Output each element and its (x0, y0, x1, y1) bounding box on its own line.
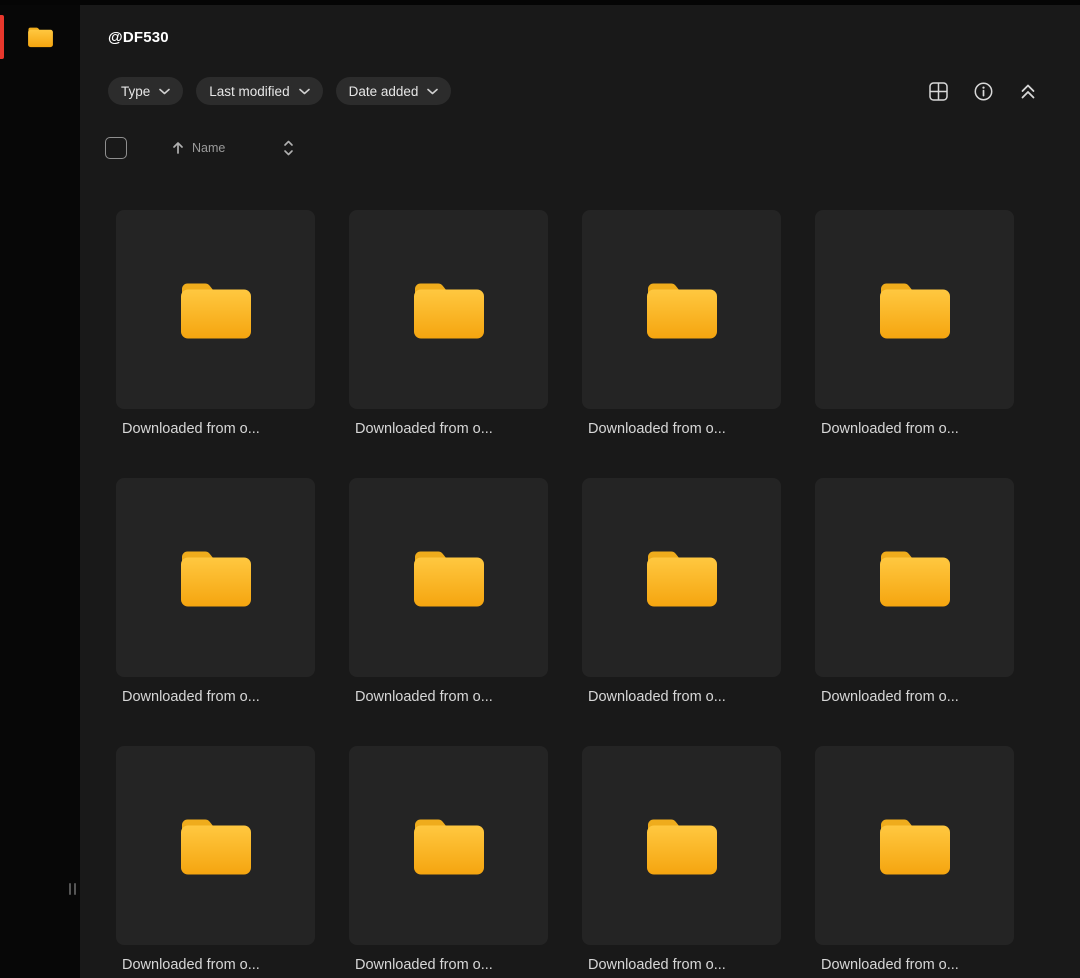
window-top-edge (0, 0, 1080, 5)
folder-icon (411, 815, 487, 877)
folder-icon (644, 279, 720, 341)
active-indicator (0, 15, 4, 59)
file-grid: Downloaded from o... Downloaded from o..… (108, 210, 1040, 974)
folder-icon (178, 547, 254, 609)
file-name: Downloaded from o... (821, 957, 959, 974)
select-all-checkbox[interactable] (105, 137, 127, 160)
chevron-down-icon (298, 88, 310, 94)
grid-view-icon (928, 81, 948, 101)
grid-item[interactable]: Downloaded from o... (582, 210, 781, 438)
sort-direction-toggle[interactable] (280, 137, 296, 159)
file-name: Downloaded from o... (588, 957, 726, 974)
folder-icon (877, 815, 953, 877)
folder-icon (877, 279, 953, 341)
folder-tile[interactable] (815, 746, 1014, 946)
folder-tile[interactable] (116, 210, 315, 410)
toolbar: Type Last modified Date added (108, 77, 1040, 106)
view-actions (926, 79, 1040, 103)
arrow-up-icon (173, 142, 183, 154)
folder-tile[interactable] (116, 746, 315, 946)
grid-item[interactable]: Downloaded from o... (349, 746, 548, 974)
grid-view-button[interactable] (926, 79, 950, 103)
file-name: Downloaded from o... (588, 421, 726, 438)
folder-tile[interactable] (582, 746, 781, 946)
file-manager-window: @DF530 Type Last modified Date added Nam… (0, 0, 1080, 978)
sort-by-name-button[interactable]: Name (172, 141, 225, 155)
folder-icon (27, 26, 54, 48)
file-name: Downloaded from o... (821, 689, 959, 706)
grid-item[interactable]: Downloaded from o... (349, 210, 548, 438)
folder-tile[interactable] (815, 478, 1014, 678)
file-name: Downloaded from o... (355, 689, 493, 706)
sidebar-resize-handle[interactable] (67, 882, 77, 896)
grid-item[interactable]: Downloaded from o... (116, 478, 315, 706)
file-name: Downloaded from o... (122, 957, 260, 974)
double-chevron-up-icon (1021, 84, 1035, 98)
file-name: Downloaded from o... (122, 689, 260, 706)
chevron-down-icon (159, 88, 171, 94)
main-panel: @DF530 Type Last modified Date added Nam… (80, 0, 1080, 978)
grid-item[interactable]: Downloaded from o... (349, 478, 548, 706)
grid-item[interactable]: Downloaded from o... (815, 746, 1014, 974)
folder-icon (411, 547, 487, 609)
folder-tile[interactable] (349, 210, 548, 410)
chevron-down-icon (427, 88, 439, 94)
list-controls: Name (105, 136, 1040, 160)
folder-tile[interactable] (582, 210, 781, 410)
grid-item[interactable]: Downloaded from o... (582, 746, 781, 974)
sort-label: Name (192, 141, 226, 156)
sidebar (0, 0, 80, 978)
chevron-up-down-icon (284, 140, 293, 156)
info-button[interactable] (971, 79, 995, 103)
folder-tile[interactable] (582, 478, 781, 678)
grid-item[interactable]: Downloaded from o... (582, 478, 781, 706)
file-name: Downloaded from o... (588, 689, 726, 706)
grid-item[interactable]: Downloaded from o... (116, 746, 315, 974)
file-name: Downloaded from o... (355, 957, 493, 974)
filter-date-added-label: Date added (348, 83, 419, 99)
folder-icon (178, 279, 254, 341)
folder-icon (644, 547, 720, 609)
folder-icon (877, 547, 953, 609)
sidebar-item-folder[interactable] (0, 14, 80, 60)
grid-item[interactable]: Downloaded from o... (116, 210, 315, 438)
collapse-button[interactable] (1016, 79, 1040, 103)
filter-last-modified-button[interactable]: Last modified (196, 77, 323, 106)
folder-tile[interactable] (116, 478, 315, 678)
file-name: Downloaded from o... (355, 421, 493, 438)
file-name: Downloaded from o... (821, 421, 959, 438)
info-icon (974, 82, 992, 101)
folder-tile[interactable] (349, 478, 548, 678)
filter-chips: Type Last modified Date added (108, 77, 452, 106)
folder-icon (411, 279, 487, 341)
filter-date-added-button[interactable]: Date added (335, 77, 452, 106)
folder-tile[interactable] (815, 210, 1014, 410)
filter-type-button[interactable]: Type (108, 77, 184, 106)
folder-icon (178, 815, 254, 877)
filter-type-label: Type (121, 83, 151, 99)
grid-item[interactable]: Downloaded from o... (815, 210, 1014, 438)
folder-tile[interactable] (349, 746, 548, 946)
page-title: @DF530 (108, 29, 169, 47)
file-name: Downloaded from o... (122, 421, 260, 438)
filter-last-modified-label: Last modified (209, 83, 290, 99)
folder-icon (644, 815, 720, 877)
grid-item[interactable]: Downloaded from o... (815, 478, 1014, 706)
